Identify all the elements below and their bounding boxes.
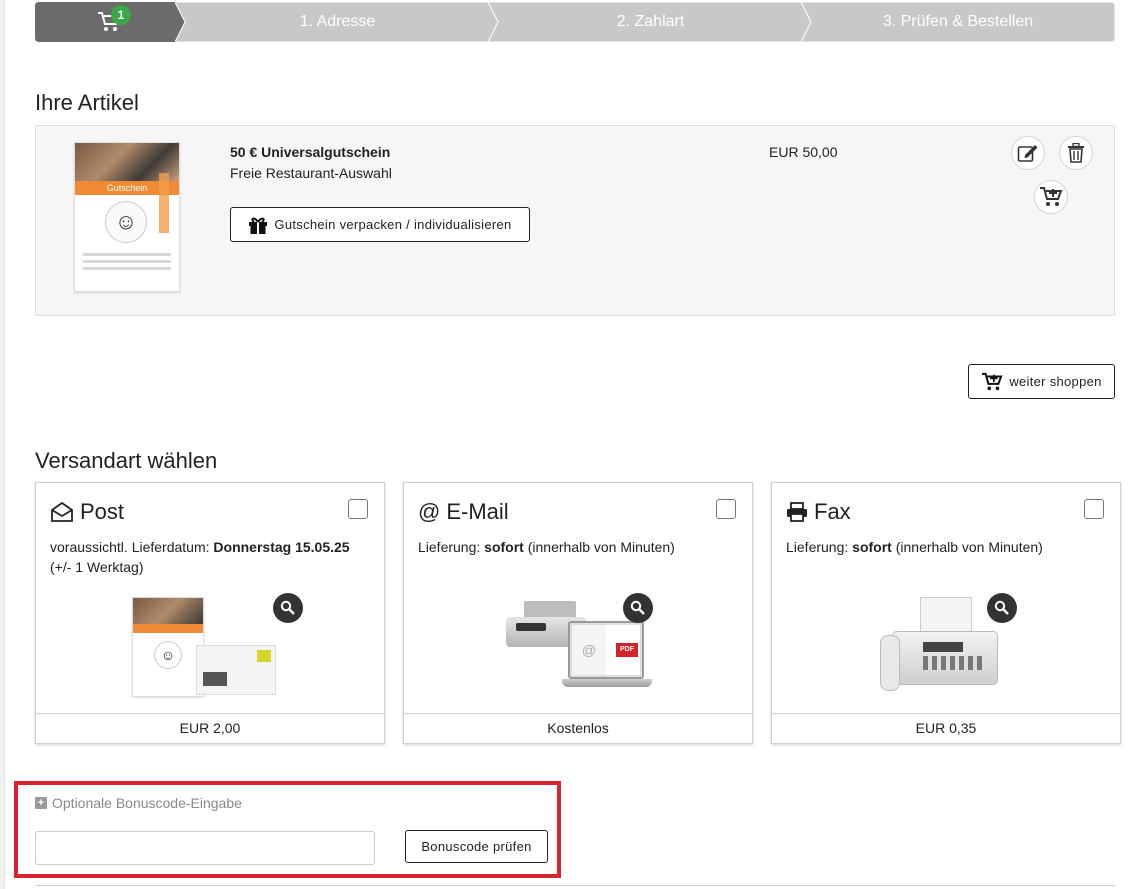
- step-pruefen-label: 3. Prüfen & Bestellen: [882, 13, 1034, 30]
- pack-voucher-button[interactable]: Gutschein verpacken / individualisieren: [230, 207, 530, 242]
- envelope-open-icon: [51, 501, 73, 522]
- voucher-fineprint: [83, 253, 171, 283]
- shipping-email-speed: sofort: [484, 539, 524, 555]
- pack-voucher-label: Gutschein verpacken / individualisieren: [274, 217, 512, 232]
- page-left-edge: [0, 0, 5, 889]
- shipping-heading: Versandart wählen: [35, 448, 218, 473]
- edit-icon: [1017, 145, 1038, 162]
- cart-count-badge: 1: [111, 5, 131, 25]
- shipping-option-post[interactable]: Post voraussichtl. Lieferdatum: Donnerst…: [35, 482, 385, 744]
- step-zahlart-label: 2. Zahlart: [616, 13, 685, 30]
- shipping-fax-desc: Lieferung: sofort (innerhalb von Minuten…: [786, 537, 1106, 557]
- add-item-button[interactable]: [1034, 180, 1068, 214]
- magnifier-icon: [630, 600, 645, 615]
- step-adresse[interactable]: 1. Adresse: [175, 2, 500, 42]
- shipping-fax-title: Fax: [814, 499, 851, 524]
- shipping-email-desc-prefix: Lieferung:: [418, 539, 485, 555]
- zoom-fax-button[interactable]: [987, 593, 1017, 623]
- post-envelope-illustration: [196, 645, 276, 695]
- voucher-ribbon: [159, 173, 169, 233]
- laptop-illustration: @ PDF: [562, 621, 652, 693]
- shipping-option-email[interactable]: @ E-Mail Lieferung: sofort (innerhalb vo…: [403, 482, 753, 744]
- at-icon: @: [418, 499, 441, 524]
- shipping-fax-desc-suffix: (innerhalb von Minuten): [891, 539, 1043, 555]
- article-title: 50 € Universalgutschein: [230, 144, 391, 160]
- shipping-fax-speed: sofort: [852, 539, 892, 555]
- cart-add-icon: [1040, 187, 1063, 206]
- shipping-email-desc: Lieferung: sofort (innerhalb von Minuten…: [418, 537, 738, 557]
- step-zahlart[interactable]: 2. Zahlart: [488, 2, 813, 42]
- magnifier-icon: [994, 600, 1009, 615]
- shipping-post-header: Post: [50, 499, 124, 525]
- shipping-fax-checkbox[interactable]: [1084, 499, 1104, 519]
- zoom-email-button[interactable]: [623, 593, 653, 623]
- shipping-post-desc: voraussichtl. Lieferdatum: Donnerstag 15…: [50, 537, 370, 577]
- shipping-post-desc-prefix: voraussichtl. Lieferdatum:: [50, 539, 214, 555]
- divider: [35, 885, 1115, 886]
- smiley-plate-icon: ☺: [105, 201, 147, 243]
- fax-illustration: [880, 597, 998, 697]
- article-subtitle: Freie Restaurant-Auswahl: [230, 165, 392, 181]
- shipping-post-title: Post: [80, 499, 125, 524]
- trash-icon: [1068, 143, 1084, 163]
- shipping-fax-desc-prefix: Lieferung:: [786, 539, 853, 555]
- check-bonus-label: Bonuscode prüfen: [421, 839, 532, 854]
- shipping-fax-price: EUR 0,35: [772, 713, 1120, 743]
- zoom-post-button[interactable]: [273, 593, 303, 623]
- bonus-code-input[interactable]: [35, 831, 375, 865]
- step-adresse-label: 1. Adresse: [299, 13, 376, 30]
- check-bonus-button[interactable]: Bonuscode prüfen: [405, 830, 548, 863]
- delete-item-button[interactable]: [1059, 136, 1093, 170]
- magnifier-icon: [280, 600, 295, 615]
- edit-item-button[interactable]: [1011, 136, 1045, 170]
- gift-icon: [249, 217, 268, 234]
- articles-heading: Ihre Artikel: [35, 90, 139, 115]
- shipping-email-price: Kostenlos: [404, 713, 752, 743]
- step-pruefen[interactable]: 3. Prüfen & Bestellen: [801, 2, 1115, 42]
- plus-square-icon: +: [35, 797, 47, 809]
- shipping-post-desc-suffix: (+/- 1 Werktag): [50, 559, 144, 575]
- shipping-email-desc-suffix: (innerhalb von Minuten): [523, 539, 675, 555]
- post-voucher-illustration: ☺: [132, 597, 204, 697]
- cart-item-panel: Gutschein ☺ 50 € Universalgutschein Frei…: [35, 125, 1115, 316]
- cart-add-icon: [982, 372, 1003, 390]
- shipping-post-price: EUR 2,00: [36, 713, 384, 743]
- printer-icon: [787, 502, 807, 522]
- step-cart[interactable]: 1: [35, 2, 185, 42]
- shipping-email-header: @ E-Mail: [418, 499, 509, 525]
- shipping-post-checkbox[interactable]: [348, 499, 368, 519]
- article-price: EUR 50,00: [769, 144, 838, 160]
- voucher-thumbnail[interactable]: Gutschein ☺: [74, 142, 180, 292]
- bonus-toggle-label: Optionale Bonuscode-Eingabe: [52, 795, 242, 811]
- shipping-email-title: E-Mail: [446, 499, 509, 524]
- shipping-fax-header: Fax: [786, 499, 851, 525]
- cart-icon: 1: [97, 5, 131, 33]
- bonus-toggle[interactable]: + Optionale Bonuscode-Eingabe: [35, 795, 242, 811]
- shipping-option-fax[interactable]: Fax Lieferung: sofort (innerhalb von Min…: [771, 482, 1121, 744]
- checkout-stepper: 1 1. Adresse 2. Zahlart 3. Prüfen & Best…: [35, 2, 1115, 42]
- continue-shopping-label: weiter shoppen: [1009, 374, 1102, 389]
- shipping-email-checkbox[interactable]: [716, 499, 736, 519]
- shipping-post-date: Donnerstag 15.05.25: [213, 539, 350, 555]
- continue-shopping-button[interactable]: weiter shoppen: [968, 364, 1115, 399]
